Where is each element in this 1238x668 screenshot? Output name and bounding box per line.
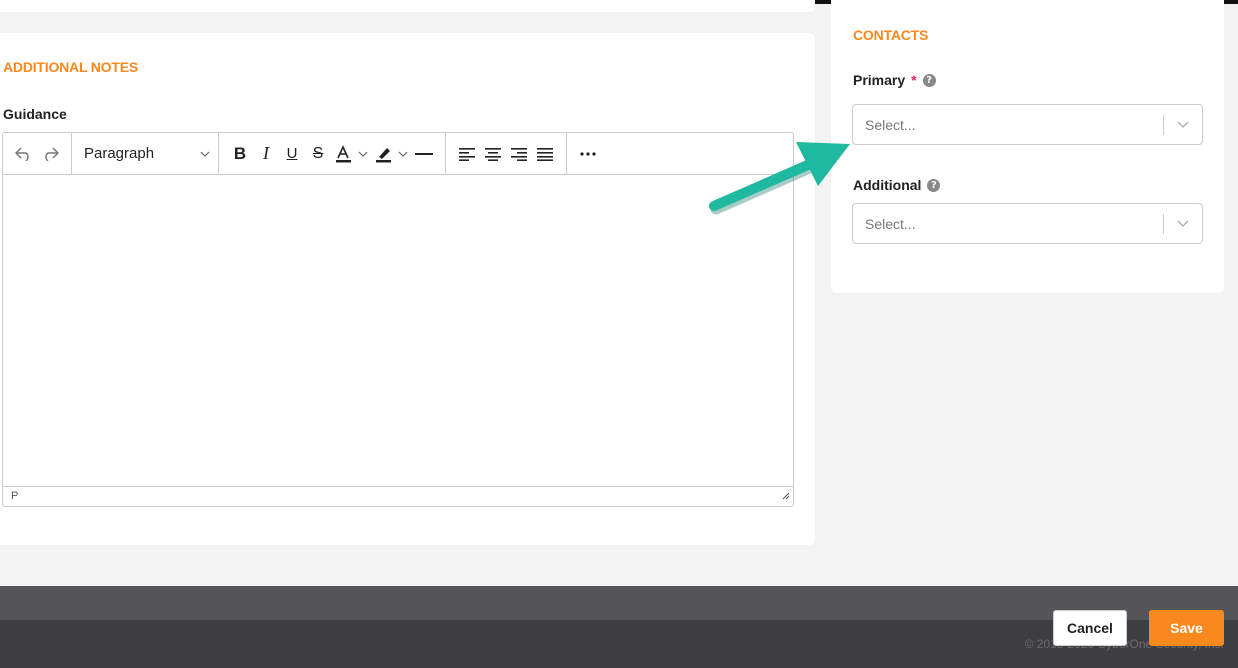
justify-icon[interactable] xyxy=(532,139,558,169)
section-title-contacts: CONTACTS xyxy=(853,27,929,43)
block-format-group: Paragraph xyxy=(72,133,219,174)
more-group xyxy=(567,133,609,174)
rich-text-editor: Paragraph B I U S P xyxy=(2,132,794,507)
chevron-down-icon xyxy=(200,148,210,160)
chevron-down-icon xyxy=(358,151,368,157)
block-format-value: Paragraph xyxy=(84,145,155,162)
chevron-down-icon xyxy=(398,151,408,157)
bold-icon[interactable]: B xyxy=(227,139,253,169)
guidance-label: Guidance xyxy=(3,106,67,122)
align-left-icon[interactable] xyxy=(454,139,480,169)
editor-toolbar: Paragraph B I U S xyxy=(3,133,793,175)
required-marker: * xyxy=(911,72,917,88)
primary-label: Primary xyxy=(853,72,906,88)
section-title-additional-notes: ADDITIONAL NOTES xyxy=(3,59,138,75)
undo-icon[interactable] xyxy=(11,139,37,169)
redo-icon[interactable] xyxy=(37,139,63,169)
align-right-icon[interactable] xyxy=(506,139,532,169)
history-group xyxy=(3,133,72,174)
additional-notes-card: ADDITIONAL NOTES Guidance Paragraph B I … xyxy=(0,33,815,545)
primary-contact-select[interactable]: Select... xyxy=(852,104,1203,145)
save-button[interactable]: Save xyxy=(1149,610,1224,646)
formatting-group: B I U S xyxy=(219,133,446,174)
previous-card-edge xyxy=(0,0,815,12)
additional-contact-select[interactable]: Select... xyxy=(852,203,1203,244)
editor-content-area[interactable] xyxy=(3,175,793,487)
alignment-group xyxy=(446,133,567,174)
additional-label: Additional xyxy=(853,177,922,193)
question-circle-icon[interactable]: ? xyxy=(922,73,936,87)
italic-icon[interactable]: I xyxy=(253,139,279,169)
question-circle-icon[interactable]: ? xyxy=(927,178,941,192)
text-color-icon[interactable] xyxy=(331,139,371,169)
element-path[interactable]: P xyxy=(11,490,18,502)
primary-select-placeholder: Select... xyxy=(865,116,916,133)
block-format-select[interactable]: Paragraph xyxy=(80,145,210,162)
highlight-icon[interactable] xyxy=(371,139,411,169)
resize-handle-icon[interactable] xyxy=(782,491,790,503)
strikethrough-icon[interactable]: S xyxy=(305,139,331,169)
additional-select-placeholder: Select... xyxy=(865,215,916,232)
chevron-down-icon[interactable] xyxy=(1164,121,1202,128)
contacts-card: CONTACTS Primary * ? Select... Additiona… xyxy=(831,0,1224,293)
more-icon[interactable] xyxy=(575,139,601,169)
underline-icon[interactable]: U xyxy=(279,139,305,169)
additional-label-row: Additional ? xyxy=(853,177,941,193)
horizontal-rule-icon[interactable] xyxy=(411,139,437,169)
cancel-button[interactable]: Cancel xyxy=(1053,610,1127,646)
annotation-arrow-icon xyxy=(700,130,860,225)
chevron-down-icon[interactable] xyxy=(1164,220,1202,227)
editor-statusbar: P xyxy=(3,486,793,506)
primary-label-row: Primary * ? xyxy=(853,72,936,88)
align-center-icon[interactable] xyxy=(480,139,506,169)
